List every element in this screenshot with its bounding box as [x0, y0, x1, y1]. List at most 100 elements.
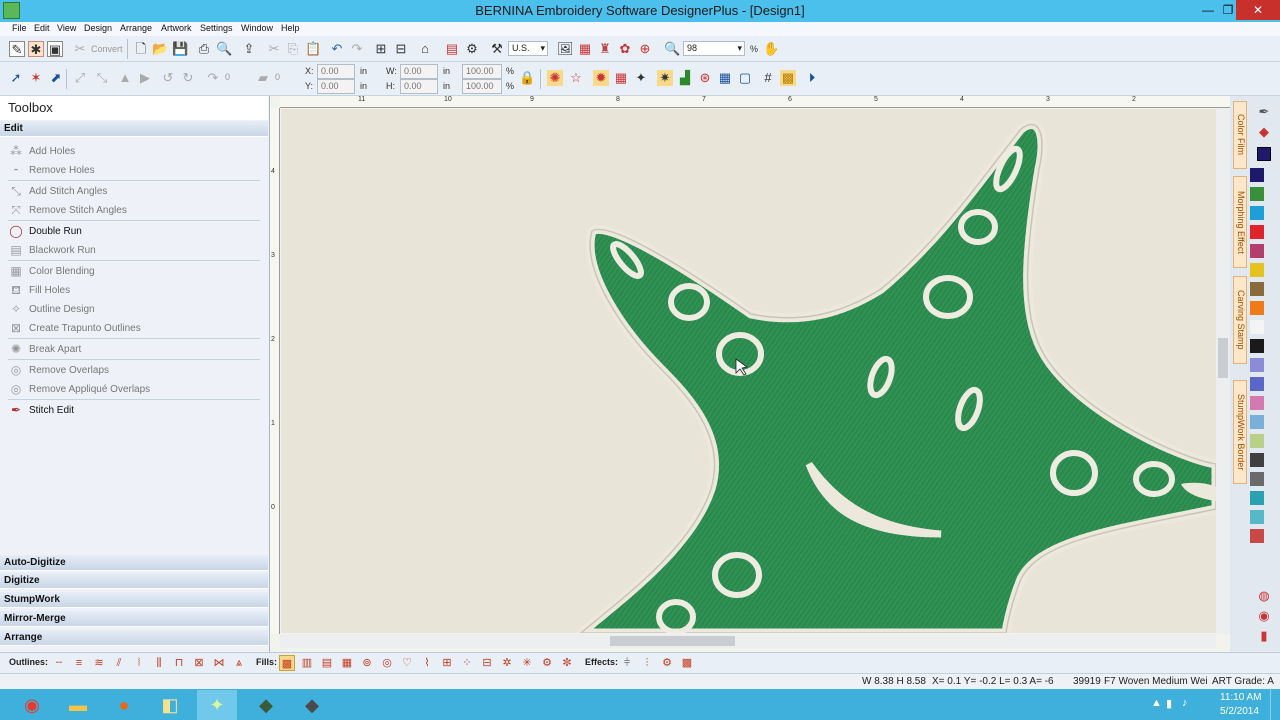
cross-stitch-icon[interactable]: ⊠	[191, 655, 207, 671]
resize-icon[interactable]: ⤡	[94, 70, 110, 86]
star-icon[interactable]: ☆	[568, 70, 584, 86]
new-file-icon[interactable]: 🗋	[133, 41, 149, 57]
toolbox-section-auto-digitize[interactable]: Auto-Digitize	[0, 555, 268, 571]
hoop-grid-icon[interactable]: ▩	[780, 70, 796, 86]
tatami-fill-icon[interactable]: ▩	[279, 655, 295, 671]
palette-swatch[interactable]	[1250, 415, 1264, 429]
firefox-icon[interactable]: ●	[104, 690, 144, 720]
palette-swatch[interactable]	[1250, 396, 1264, 410]
cut-icon[interactable]: ✂	[266, 41, 282, 57]
gap-icon[interactable]: ⚙	[659, 655, 675, 671]
texture-icon[interactable]: ▩	[679, 655, 695, 671]
edit-mode-icon[interactable]: ✎	[9, 41, 25, 57]
mirror-vertical-icon[interactable]: ▲	[117, 70, 133, 86]
eyedropper-icon[interactable]: ✒	[1256, 104, 1272, 120]
palette-swatch[interactable]	[1250, 453, 1264, 467]
photo-stitch-icon[interactable]: ▟	[677, 70, 693, 86]
skew-icon[interactable]: ▰	[255, 70, 271, 86]
tool-remove-overlaps[interactable]: ◎ Remove Overlaps	[8, 361, 258, 379]
stitch-mode-icon[interactable]: ✱	[28, 41, 44, 57]
menu-window[interactable]: Window	[241, 23, 273, 33]
wave-fill-icon[interactable]: ⌇	[419, 655, 435, 671]
tool-remove-holes[interactable]: ⁃ Remove Holes	[8, 161, 258, 179]
magic-wand-icon[interactable]: ✦	[633, 70, 649, 86]
rotate-right-icon[interactable]: ↻	[180, 70, 196, 86]
menu-help[interactable]: Help	[281, 23, 300, 33]
starfish-body[interactable]	[574, 120, 1216, 633]
vertical-scroll-thumb[interactable]	[1218, 338, 1228, 378]
height-field[interactable]: 0.00	[400, 79, 438, 94]
palette-swatch[interactable]	[1250, 263, 1264, 277]
palette-swatch[interactable]	[1250, 282, 1264, 296]
menu-settings[interactable]: Settings	[200, 23, 233, 33]
artwork-mode-icon[interactable]: ▣	[47, 41, 63, 57]
height-percent-field[interactable]: 100.00	[462, 79, 502, 94]
menu-design[interactable]: Design	[84, 23, 112, 33]
speaker-icon[interactable]: ♪	[1182, 697, 1188, 709]
tool-add-stitch-angles[interactable]: ⤡ Add Stitch Angles	[8, 182, 258, 200]
menu-file[interactable]: File	[12, 23, 27, 33]
palette-swatch[interactable]	[1250, 377, 1264, 391]
flexi-split-icon[interactable]: ✼	[559, 655, 575, 671]
menu-arrange[interactable]: Arrange	[120, 23, 152, 33]
palette-swatch[interactable]	[1250, 529, 1264, 543]
grid-fill-icon[interactable]: ▦	[613, 70, 629, 86]
palette-swatch[interactable]	[1250, 339, 1264, 353]
tool-color-blending[interactable]: ▦ Color Blending	[8, 262, 258, 280]
slow-redraw-icon[interactable]: ▤	[444, 41, 460, 57]
tool-remove-stitch-angles[interactable]: ⤧ Remove Stitch Angles	[8, 201, 258, 219]
menu-artwork[interactable]: Artwork	[161, 23, 192, 33]
design-workspace[interactable]	[281, 109, 1216, 633]
print-icon[interactable]: ⎙	[196, 41, 212, 57]
running-stitch-icon[interactable]: ╌	[51, 655, 67, 671]
width-percent-field[interactable]: 100.00	[462, 64, 502, 79]
stamp-icon[interactable]: ♜	[597, 41, 613, 57]
pull-comp-icon[interactable]: ⫶	[639, 655, 655, 671]
paste-icon[interactable]: 📋	[305, 41, 321, 57]
close-button[interactable]: ✕	[1236, 0, 1280, 20]
e-stitch-icon[interactable]: ⫼	[151, 655, 167, 671]
tab-morphing-effect[interactable]: Morphing Effect	[1233, 176, 1247, 268]
rotate-left-icon[interactable]: ↺	[160, 70, 176, 86]
feather-icon[interactable]: ⋈	[211, 655, 227, 671]
tool-outline-design[interactable]: ✧ Outline Design	[8, 300, 258, 318]
tool-add-holes[interactable]: ⁂ Add Holes	[8, 142, 258, 160]
folder-icon[interactable]: ◧	[150, 690, 190, 720]
undo-icon[interactable]: ↶	[329, 41, 345, 57]
motif-run-icon[interactable]: ⊓	[171, 655, 187, 671]
zigzag-icon[interactable]: ⦚	[131, 655, 147, 671]
toolbox-section-digitize[interactable]: Digitize	[0, 573, 268, 589]
convert-label[interactable]: Convert	[91, 44, 123, 54]
tool-stitch-edit[interactable]: ✒ Stitch Edit	[8, 401, 258, 419]
horizontal-scroll-thumb[interactable]	[610, 636, 735, 646]
palette-swatch[interactable]	[1250, 301, 1264, 315]
menu-edit[interactable]: Edit	[34, 23, 50, 33]
palette-swatch[interactable]	[1250, 434, 1264, 448]
chrome-icon[interactable]: ◉	[12, 690, 52, 720]
tool-create-trapunto-outlines[interactable]: ⊠ Create Trapunto Outlines	[8, 319, 258, 337]
thread-chart-icon[interactable]: ◉	[1256, 608, 1272, 624]
auto-digitize-icon[interactable]: ✷	[657, 70, 673, 86]
x-position-field[interactable]: 0.00	[317, 64, 355, 79]
y-position-field[interactable]: 0.00	[317, 79, 355, 94]
width-field[interactable]: 0.00	[400, 64, 438, 79]
app2-icon[interactable]: ◆	[246, 690, 286, 720]
redo-icon[interactable]: ↷	[349, 41, 365, 57]
clock-date[interactable]: 5/2/2014	[1220, 706, 1259, 717]
underlay-icon[interactable]: ⫩	[619, 655, 635, 671]
zoom-input[interactable]: 98 ▾	[683, 41, 745, 56]
mirror-horizontal-icon[interactable]: ▶	[137, 70, 153, 86]
star-fill-icon[interactable]: ✲	[499, 655, 515, 671]
candlewick-icon[interactable]: ⩓	[231, 655, 247, 671]
fancy-fill-icon[interactable]: ▦	[339, 655, 355, 671]
rotate-icon[interactable]: ↷	[205, 70, 221, 86]
ungroup-icon[interactable]: ⊟	[393, 41, 409, 57]
color-wheel-icon[interactable]: ⊛	[697, 70, 713, 86]
contour-fill-icon[interactable]: ♡	[399, 655, 415, 671]
palette-swatch[interactable]	[1250, 244, 1264, 258]
toolbox-section-mirror-merge[interactable]: Mirror-Merge	[0, 611, 268, 627]
show-stitches-icon[interactable]: ⊕	[637, 41, 653, 57]
palette-swatch[interactable]	[1250, 472, 1264, 486]
tools-icon[interactable]: ⚒	[489, 41, 505, 57]
print-preview-icon[interactable]: 🔍	[216, 41, 232, 57]
